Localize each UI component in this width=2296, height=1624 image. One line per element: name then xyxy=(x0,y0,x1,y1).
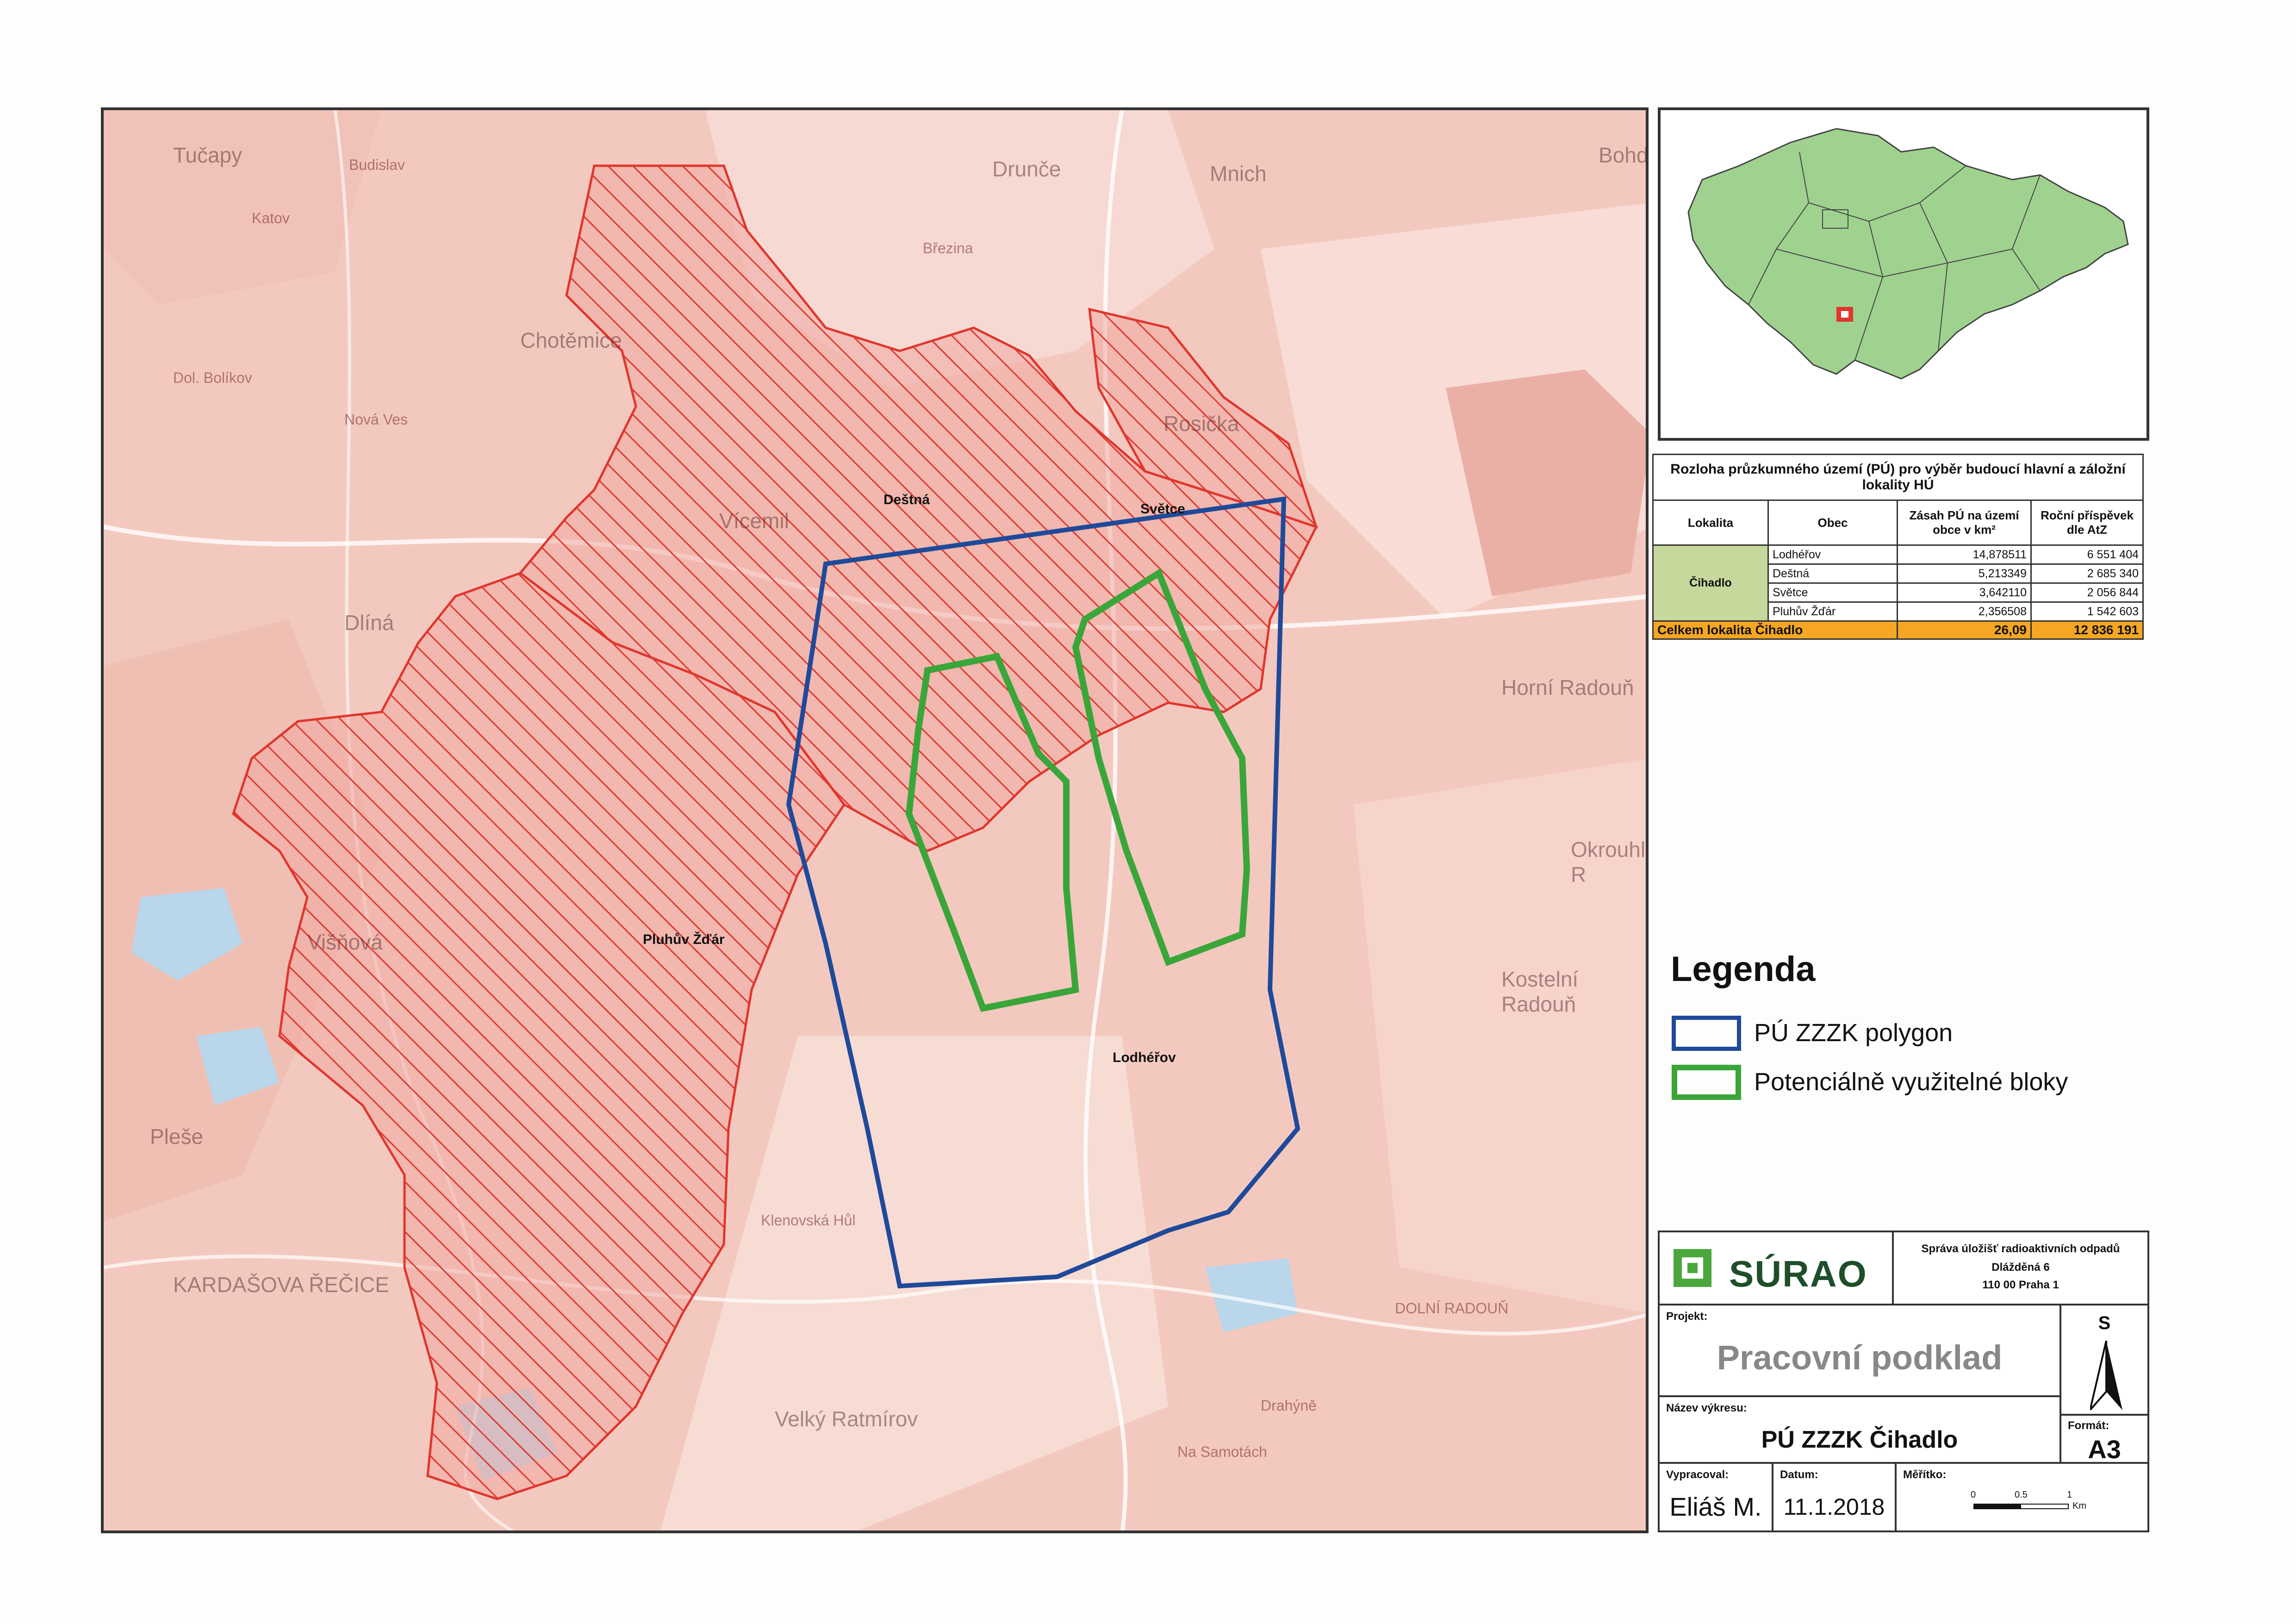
org-address-cell: Správa úložišť radioaktivních odpadů Dlá… xyxy=(1892,1230,2149,1305)
table-row: Čihadlo Lodhéřov 14,878511 6 551 404 xyxy=(1652,544,2144,622)
place-label-lodherov: Lodhéřov xyxy=(1113,1050,1176,1065)
prispevek-cell: 2 685 340 xyxy=(2030,563,2144,584)
projekt-value: Pracovní podklad xyxy=(1717,1338,2003,1377)
place-label-svetce: Světce xyxy=(1140,501,1185,517)
place-label: KARDAŠOVA ŘEČICE xyxy=(173,1273,389,1297)
legend-swatch-blocks xyxy=(1672,1065,1741,1100)
org-full: Správa úložišť radioaktivních odpadů xyxy=(1921,1243,2120,1255)
place-label: Okrouhlá R xyxy=(1571,837,1649,887)
zasah-cell: 14,878511 xyxy=(1897,544,2032,565)
legend-title: Legenda xyxy=(1671,949,1816,989)
lokalita-cell: Čihadlo xyxy=(1652,544,1769,622)
meritko-cell: Měřítko: 0 0.5 1 Km xyxy=(1895,1462,2149,1532)
org-street: Dlážděná 6 xyxy=(1991,1261,2050,1274)
total-prispevek: 12 836 191 xyxy=(2030,620,2144,640)
place-label: Horní Radouň xyxy=(1501,675,1634,700)
datum-cell: Datum: 11.1.2018 xyxy=(1772,1462,1897,1532)
place-label: Katov xyxy=(252,210,290,226)
place-label: Dol. Bolíkov xyxy=(173,369,252,386)
obec-cell: Deštná xyxy=(1767,563,1898,584)
obec-cell: Světce xyxy=(1767,582,1898,603)
total-zasah: 26,09 xyxy=(1897,620,2032,640)
place-label: Dlíná xyxy=(344,611,394,635)
prispevek-cell: 1 542 603 xyxy=(2030,601,2144,622)
datum-label: Datum: xyxy=(1780,1468,1818,1481)
place-label-pluhuv-zdar: Pluhův Žďár xyxy=(643,932,725,947)
north-arrow-icon xyxy=(2090,1341,2122,1410)
legend-label-polygon: PÚ ZZZK polygon xyxy=(1754,1019,1953,1047)
org-name: SÚRAO xyxy=(1729,1253,1867,1294)
datum-value: 11.1.2018 xyxy=(1783,1494,1885,1520)
site-marker-inner xyxy=(1841,311,1848,318)
country-shape xyxy=(1687,128,2129,380)
place-label: Chotěmice xyxy=(520,328,622,352)
place-label: Drahýně xyxy=(1261,1397,1317,1414)
nazev-label: Název výkresu: xyxy=(1666,1402,1747,1414)
place-label-destna: Deštná xyxy=(884,492,930,507)
place-label: Tučapy xyxy=(173,143,243,167)
projekt-cell: Projekt: Pracovní podklad xyxy=(1658,1304,2061,1397)
place-label: Budislav xyxy=(349,156,405,173)
obec-cell: Lodhéřov xyxy=(1767,544,1898,565)
table-total-row: Celkem lokalita Čihadlo 26,09 12 836 191 xyxy=(1652,620,2144,640)
meritko-label: Měřítko: xyxy=(1903,1468,1947,1481)
surao-logo-icon xyxy=(1674,1249,1711,1287)
logo-cell: SÚRAO xyxy=(1658,1230,1894,1305)
place-label: Nová Ves xyxy=(344,411,408,428)
col-lokalita: Lokalita xyxy=(1652,500,1769,546)
scale-tick-1: 1 xyxy=(2067,1490,2072,1500)
table-title: Rozloha průzkumného území (PÚ) pro výběr… xyxy=(1652,454,2144,501)
scale-tick-0: 0 xyxy=(1971,1490,1976,1500)
vypracoval-value: Eliáš M. xyxy=(1669,1492,1762,1521)
title-block: SÚRAO Správa úložišť radioaktivních odpa… xyxy=(1658,1230,2149,1532)
format-label: Formát: xyxy=(2068,1419,2109,1432)
vypracoval-label: Vypracoval: xyxy=(1666,1468,1729,1481)
format-value: A3 xyxy=(2088,1435,2121,1464)
legend-swatch-polygon xyxy=(1672,1016,1741,1051)
north-arrow-cell: S xyxy=(2060,1304,2149,1416)
czech-republic-outline xyxy=(1687,128,2129,380)
place-label: Velký Ratmírov xyxy=(775,1407,918,1431)
total-label: Celkem lokalita Čihadlo xyxy=(1652,620,1898,640)
north-label: S xyxy=(2098,1313,2111,1333)
projekt-label: Projekt: xyxy=(1666,1310,1708,1323)
area-table: Rozloha průzkumného území (PÚ) pro výběr… xyxy=(1652,454,2144,640)
zasah-cell: 2,356508 xyxy=(1897,601,2032,622)
scale-unit: Km xyxy=(2072,1501,2086,1511)
place-label: Višňová xyxy=(307,930,383,954)
col-zasah: Zásah PÚ na území obce v km² xyxy=(1897,500,2032,546)
place-label: Klenovská Hůl xyxy=(761,1212,856,1229)
obec-cell: Pluhův Žďár xyxy=(1767,601,1898,622)
place-label: Mnich xyxy=(1210,162,1267,186)
place-label: Na Samotách xyxy=(1177,1443,1267,1460)
nazev-value: PÚ ZZZK Čihadlo xyxy=(1761,1426,1958,1453)
format-cell: Formát: A3 xyxy=(2060,1414,2149,1464)
prispevek-cell: 6 551 404 xyxy=(2030,544,2144,565)
scale-bar xyxy=(1973,1504,2069,1509)
place-label: DOLNÍ RADOUŇ xyxy=(1395,1300,1509,1317)
place-label: Vícemil xyxy=(719,509,789,533)
place-label: Kostelní Radouň xyxy=(1501,967,1579,1016)
nazev-cell: Název výkresu: PÚ ZZZK Čihadlo xyxy=(1658,1395,2061,1464)
zasah-cell: 5,213349 xyxy=(1897,563,2032,584)
map-canvas xyxy=(104,110,1646,1530)
place-label: Drunče xyxy=(992,157,1061,181)
col-prispevek: Roční příspěvek dle AtZ xyxy=(2030,500,2144,546)
prispevek-cell: 2 056 844 xyxy=(2030,582,2144,603)
org-city: 110 00 Praha 1 xyxy=(1982,1279,2059,1291)
zasah-cell: 3,642110 xyxy=(1897,582,2032,603)
inset-map xyxy=(1658,107,2149,441)
legend-label-blocks: Potenciálně využitelné bloky xyxy=(1754,1068,2068,1096)
scale-tick-half: 0.5 xyxy=(2015,1490,2028,1500)
place-label: Rosička xyxy=(1164,412,1239,436)
col-obec: Obec xyxy=(1767,500,1898,546)
place-label: Bohdalín xyxy=(1599,143,1649,167)
place-label: Pleše xyxy=(150,1124,204,1149)
vypracoval-cell: Vypracoval: Eliáš M. xyxy=(1658,1462,1773,1532)
map-frame[interactable]: Tučapy Budislav Katov Drunče Březina Mni… xyxy=(101,107,1649,1533)
place-label: Březina xyxy=(923,240,973,256)
